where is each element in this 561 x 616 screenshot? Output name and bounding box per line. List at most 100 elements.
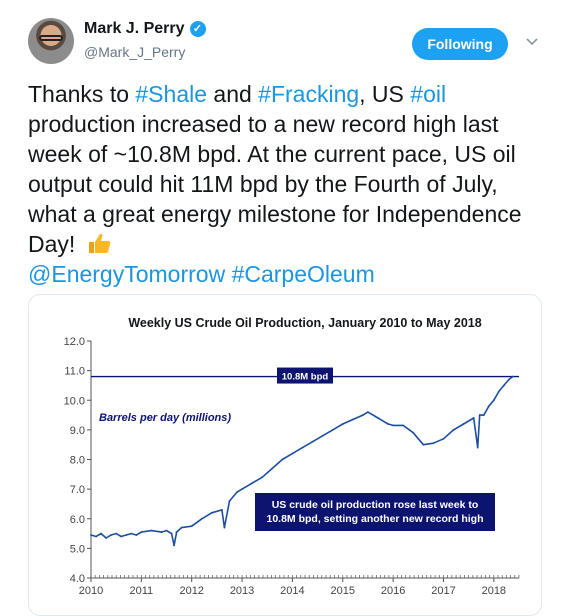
- verified-badge-icon: ✓: [189, 21, 206, 37]
- data-point: [392, 424, 395, 427]
- data-point: [472, 417, 475, 419]
- data-point: [140, 531, 143, 533]
- y-tick-label: 8.0: [70, 455, 85, 467]
- tweet-text: Thanks to #Shale and #Fracking, US #oil …: [28, 79, 548, 289]
- author-row: Mark J. Perry ✓: [84, 20, 206, 38]
- data-point: [170, 532, 173, 535]
- data-point: [482, 414, 485, 416]
- data-point: [135, 534, 138, 536]
- data-point: [236, 491, 238, 493]
- data-point: [261, 476, 264, 479]
- data-point: [442, 437, 445, 440]
- data-point: [210, 511, 213, 514]
- data-point: [125, 534, 128, 536]
- x-tick-label: 2013: [230, 585, 254, 597]
- x-tick-label: 2012: [179, 585, 203, 597]
- data-point: [432, 442, 435, 445]
- data-point: [150, 529, 153, 532]
- data-point: [110, 534, 113, 536]
- data-point: [251, 482, 254, 485]
- y-tick-label: 10.0: [64, 395, 85, 407]
- y-tick-label: 5.0: [70, 543, 85, 555]
- data-point: [241, 488, 243, 491]
- avatar-glasses: [39, 35, 63, 41]
- y-tick-label: 12.0: [64, 336, 85, 348]
- y-tick-label: 6.0: [70, 514, 85, 526]
- chevron-down-icon[interactable]: [525, 34, 539, 48]
- data-point: [223, 526, 226, 529]
- hashtag-oil[interactable]: #oil: [410, 81, 446, 107]
- thumbs-up-icon: [88, 233, 111, 253]
- x-tick-label: 2014: [280, 585, 304, 597]
- data-point: [331, 428, 334, 431]
- y-tick-label: 7.0: [70, 484, 85, 496]
- y-tick-label: 4.0: [70, 573, 85, 585]
- data-point: [512, 375, 514, 378]
- data-point: [387, 423, 389, 425]
- y-tick-label: 11.0: [64, 366, 85, 378]
- hashtag-shale[interactable]: #Shale: [135, 81, 207, 107]
- data-point: [115, 532, 118, 535]
- avatar[interactable]: [28, 18, 74, 64]
- data-point: [462, 423, 465, 425]
- chart-svg: Weekly US Crude Oil Production, January …: [64, 316, 520, 597]
- x-tick-label: 2018: [482, 585, 506, 597]
- reference-label: 10.8M bpd: [282, 372, 329, 383]
- annotation-box: US crude oil production rose last week t…: [255, 493, 495, 531]
- x-tick-label: 2011: [130, 585, 154, 597]
- data-point: [271, 467, 274, 470]
- data-point: [492, 399, 495, 402]
- user-handle[interactable]: @Mark_J_Perry: [84, 44, 185, 60]
- data-point: [476, 446, 479, 449]
- data-point: [311, 440, 314, 443]
- y-tick-label: 9.0: [70, 425, 85, 437]
- display-name[interactable]: Mark J. Perry: [84, 20, 185, 38]
- data-point: [367, 411, 369, 413]
- data-point: [221, 508, 223, 511]
- data-point: [175, 531, 178, 533]
- data-point: [180, 526, 183, 529]
- data-point: [130, 532, 133, 535]
- data-point: [341, 423, 344, 425]
- data-point: [190, 525, 193, 528]
- x-tick-label: 2016: [381, 585, 405, 597]
- mention-energytomorrow[interactable]: @EnergyTomorrow: [28, 261, 225, 287]
- data-point: [412, 431, 415, 434]
- annotation-text: 10.8M bpd, setting another new record hi…: [266, 513, 483, 525]
- text-segment: , US: [359, 81, 411, 107]
- data-point: [422, 443, 425, 446]
- data-point: [351, 418, 354, 421]
- data-point: [95, 535, 97, 538]
- annotation-text: US crude oil production rose last week t…: [272, 499, 479, 511]
- x-tick-label: 2015: [331, 585, 355, 597]
- data-point: [362, 414, 364, 416]
- data-point: [200, 517, 203, 520]
- data-point: [228, 500, 231, 502]
- text-segment: and: [207, 81, 259, 107]
- hashtag-fracking[interactable]: #Fracking: [258, 81, 359, 107]
- data-point: [291, 452, 294, 455]
- reference-line-group: 10.8M bpd: [91, 367, 519, 384]
- data-point: [452, 428, 455, 431]
- chart-image[interactable]: Weekly US Crude Oil Production, January …: [28, 294, 542, 616]
- x-tick-label: 2017: [431, 585, 455, 597]
- data-point: [502, 384, 505, 387]
- data-point: [281, 458, 284, 461]
- data-point: [105, 537, 108, 539]
- y-axis-label: Barrels per day (millions): [99, 412, 231, 424]
- hashtag-carpeoleum[interactable]: #CarpeOleum: [232, 261, 375, 287]
- data-point: [120, 535, 123, 538]
- following-button[interactable]: Following: [412, 28, 508, 60]
- data-point: [487, 405, 490, 408]
- data-point: [321, 434, 324, 437]
- x-tick-label: 2010: [79, 585, 103, 597]
- data-point: [301, 446, 304, 449]
- data-point: [173, 544, 175, 547]
- text-segment: Thanks to: [28, 81, 136, 107]
- data-point: [100, 532, 102, 535]
- chart-title: Weekly US Crude Oil Production, January …: [128, 316, 481, 330]
- data-point: [497, 390, 500, 393]
- data-point: [508, 378, 510, 381]
- data-point: [90, 534, 92, 536]
- data-point: [160, 531, 163, 533]
